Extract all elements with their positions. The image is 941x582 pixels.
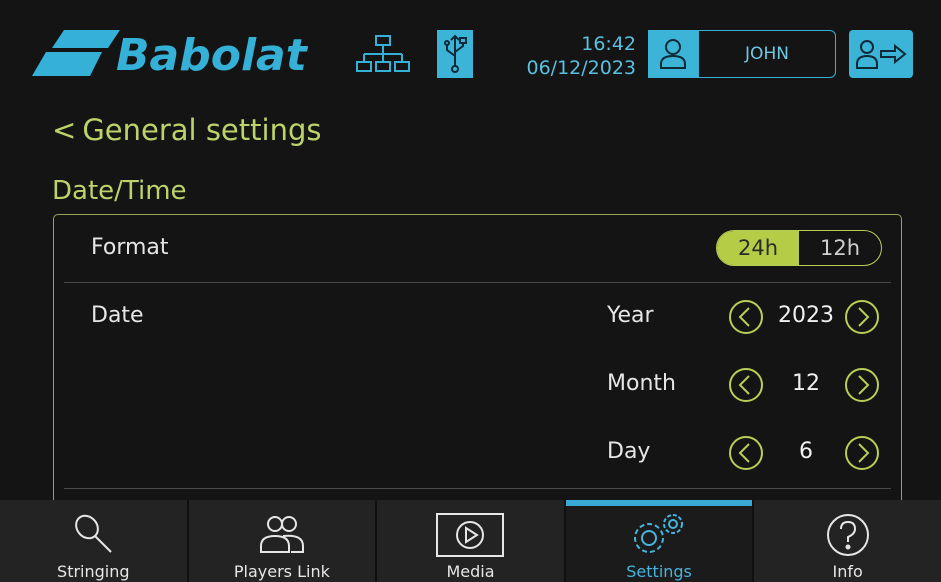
chevron-left-icon bbox=[729, 368, 763, 402]
day-label: Day bbox=[607, 439, 651, 464]
month-decrement-button[interactable] bbox=[728, 367, 764, 403]
format-option-12h[interactable]: 12h bbox=[799, 231, 881, 265]
clock-date: 06/12/2023 bbox=[526, 57, 636, 79]
back-button[interactable]: < General settings bbox=[52, 110, 321, 150]
question-icon bbox=[826, 514, 869, 556]
month-label: Month bbox=[607, 371, 676, 396]
tab-label: Media bbox=[446, 562, 495, 581]
tab-settings[interactable]: Settings bbox=[565, 500, 755, 582]
play-icon bbox=[436, 513, 505, 557]
date-label: Date bbox=[91, 303, 144, 328]
chevron-left-icon bbox=[729, 300, 763, 334]
tab-players-link[interactable]: Players Link bbox=[188, 500, 378, 582]
clock-time: 16:42 bbox=[581, 33, 636, 55]
chevron-right-icon bbox=[845, 368, 879, 402]
format-option-24h[interactable]: 24h bbox=[717, 231, 799, 265]
tab-label: Settings bbox=[626, 562, 692, 581]
babolat-logo: Babolat bbox=[28, 26, 338, 82]
current-user-button[interactable]: JOHN bbox=[698, 30, 836, 78]
back-label: General settings bbox=[82, 113, 322, 147]
day-value: 6 bbox=[799, 439, 813, 464]
tab-label: Info bbox=[832, 562, 863, 581]
chevron-left-icon bbox=[729, 436, 763, 470]
racket-icon bbox=[75, 514, 113, 553]
usb-icon bbox=[437, 30, 473, 78]
top-bar: Babolat 16:42 06/12/2023 JOHN bbox=[0, 0, 941, 100]
tab-media[interactable]: Media bbox=[377, 500, 566, 582]
tab-label: Players Link bbox=[233, 562, 330, 581]
chevron-right-icon bbox=[845, 436, 879, 470]
date-time-panel: Format 24h 12h Date Year 2023 Month 12 D… bbox=[53, 214, 902, 514]
tab-stringing[interactable]: Stringing bbox=[0, 500, 189, 582]
brand-wordmark: Babolat bbox=[116, 30, 309, 81]
month-increment-button[interactable] bbox=[844, 367, 880, 403]
logout-button[interactable] bbox=[849, 30, 913, 78]
divider bbox=[64, 282, 891, 283]
day-decrement-button[interactable] bbox=[728, 435, 764, 471]
logout-icon bbox=[856, 40, 907, 69]
year-value: 2023 bbox=[778, 303, 834, 328]
user-name-label: JOHN bbox=[745, 44, 789, 64]
month-value: 12 bbox=[792, 371, 820, 396]
players-icon bbox=[259, 516, 304, 553]
tab-info[interactable]: Info bbox=[754, 500, 941, 582]
tab-label: Stringing bbox=[57, 562, 130, 581]
format-label: Format bbox=[91, 235, 169, 260]
section-title: Date/Time bbox=[52, 176, 187, 206]
format-toggle[interactable]: 24h 12h bbox=[716, 230, 882, 266]
network-icon bbox=[354, 34, 412, 76]
day-increment-button[interactable] bbox=[844, 435, 880, 471]
gears-icon bbox=[634, 514, 684, 553]
chevron-left-icon: < bbox=[52, 113, 77, 147]
year-decrement-button[interactable] bbox=[728, 299, 764, 335]
year-increment-button[interactable] bbox=[844, 299, 880, 335]
year-label: Year bbox=[607, 303, 654, 328]
chevron-right-icon bbox=[845, 300, 879, 334]
divider bbox=[64, 488, 891, 489]
date-time-display: 16:42 06/12/2023 bbox=[500, 32, 636, 80]
user-icon[interactable] bbox=[648, 30, 698, 78]
bottom-nav: Stringing Players Link Media Settings In… bbox=[0, 500, 941, 582]
